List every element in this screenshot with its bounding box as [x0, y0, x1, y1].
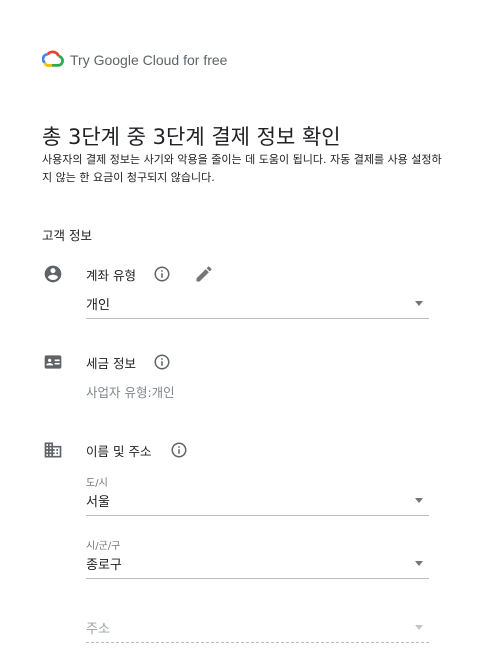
chevron-down-icon [415, 301, 423, 306]
account-type-value: 개인 [86, 298, 110, 313]
chevron-down-icon [415, 625, 423, 630]
account-circle-icon [43, 264, 63, 284]
account-type-info-icon[interactable] [153, 265, 171, 283]
id-card-icon [43, 352, 63, 372]
brand: Try Google Cloud for free [41, 49, 228, 71]
city-select[interactable]: 서울 [86, 489, 429, 516]
edit-pencil-icon[interactable] [194, 264, 214, 284]
district-field-label: 시/군/구 [86, 541, 121, 552]
chevron-down-icon [415, 498, 423, 503]
district-select[interactable]: 종로구 [86, 552, 429, 579]
tax-info-value: 사업자 유형:개인 [86, 385, 175, 400]
address-select[interactable]: 주소 [86, 616, 429, 643]
brand-text: Try Google Cloud for free [70, 52, 228, 68]
name-address-label: 이름 및 주소 [86, 444, 152, 459]
google-cloud-logo-icon [41, 49, 64, 71]
tax-info-label: 세금 정보 [86, 356, 136, 371]
city-field-label: 도/시 [86, 478, 108, 489]
district-value: 종로구 [86, 558, 122, 573]
address-placeholder: 주소 [86, 622, 110, 637]
tax-info-info-icon[interactable] [153, 353, 171, 371]
page-description: 사용자의 결제 정보는 사기와 악용을 줄이는 데 도움이 됩니다. 자동 결제… [42, 153, 442, 184]
page-title: 총 3단계 중 3단계 결제 정보 확인 [42, 125, 341, 149]
account-type-label: 계좌 유형 [86, 268, 136, 283]
business-building-icon [43, 440, 63, 460]
name-address-info-icon[interactable] [170, 441, 188, 459]
section-label: 고객 정보 [42, 228, 92, 243]
chevron-down-icon [415, 561, 423, 566]
city-value: 서울 [86, 495, 110, 510]
account-type-select[interactable]: 개인 [86, 292, 429, 319]
